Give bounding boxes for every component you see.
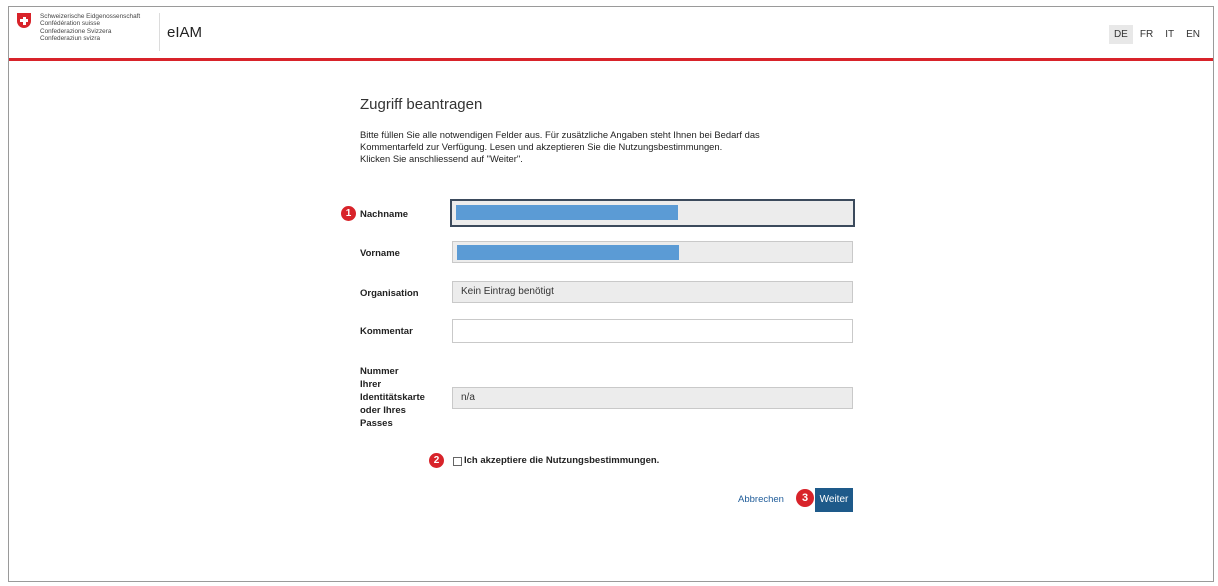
swiss-cross-icon	[17, 13, 31, 28]
next-button[interactable]: Weiter	[815, 488, 853, 512]
kommentar-input[interactable]	[452, 319, 853, 343]
id-label-line: Passes	[360, 418, 393, 429]
confederation-wordmark: Schweizerische Eidgenossenschaft Confédé…	[40, 13, 140, 43]
id-label-line: Identitätskarte	[360, 392, 425, 403]
intro-line: Bitte füllen Sie alle notwendigen Felder…	[360, 129, 760, 140]
organisation-label: Organisation	[360, 288, 419, 299]
header-divider	[159, 13, 160, 51]
id-number-field: n/a	[452, 387, 853, 409]
confed-line: Confédération suisse	[40, 20, 101, 28]
language-switcher: DE FR IT EN	[1108, 25, 1205, 44]
confed-line: Confederazione Svizzera	[40, 27, 112, 35]
intro-text: Bitte füllen Sie alle notwendigen Felder…	[360, 129, 860, 165]
id-number-label: Nummer Ihrer Identitätskarte oder Ihres …	[360, 365, 425, 430]
vorname-input[interactable]	[452, 241, 853, 263]
intro-line: Klicken Sie anschliessend auf "Weiter".	[360, 153, 523, 164]
lang-en[interactable]: EN	[1181, 25, 1205, 44]
step-marker-1: 1	[341, 206, 356, 221]
lang-de[interactable]: DE	[1108, 25, 1133, 44]
organisation-field: Kein Eintrag benötigt	[452, 281, 853, 303]
nachname-label: Nachname	[360, 209, 409, 220]
id-label-line: Nummer	[360, 366, 399, 377]
vorname-label: Vorname	[360, 248, 400, 259]
form-intro: Zugriff beantragen Bitte füllen Sie alle…	[360, 96, 860, 165]
id-label-line: oder Ihres	[360, 405, 406, 416]
nachname-input[interactable]	[450, 199, 855, 227]
cancel-link[interactable]: Abbrechen	[738, 494, 784, 505]
redacted-value	[457, 245, 679, 260]
id-label-line: Ihrer	[360, 379, 382, 390]
terms-label[interactable]: Ich akzeptiere die Nutzungsbestimmungen.	[464, 455, 659, 466]
lang-it[interactable]: IT	[1160, 25, 1179, 44]
intro-line: Kommentarfeld zur Verfügung. Lesen und a…	[360, 141, 723, 152]
lang-fr[interactable]: FR	[1135, 25, 1158, 44]
app-title: eIAM	[167, 24, 203, 41]
terms-checkbox[interactable]	[453, 457, 462, 466]
kommentar-label: Kommentar	[360, 326, 413, 337]
step-marker-2: 2	[429, 453, 444, 468]
page-header: Schweizerische Eidgenossenschaft Confédé…	[9, 7, 1213, 61]
confed-line: Confederaziun svizra	[40, 35, 101, 43]
page-title: Zugriff beantragen	[360, 96, 483, 113]
confed-line: Schweizerische Eidgenossenschaft	[40, 13, 141, 20]
step-marker-3: 3	[796, 489, 814, 507]
redacted-value	[456, 205, 678, 220]
